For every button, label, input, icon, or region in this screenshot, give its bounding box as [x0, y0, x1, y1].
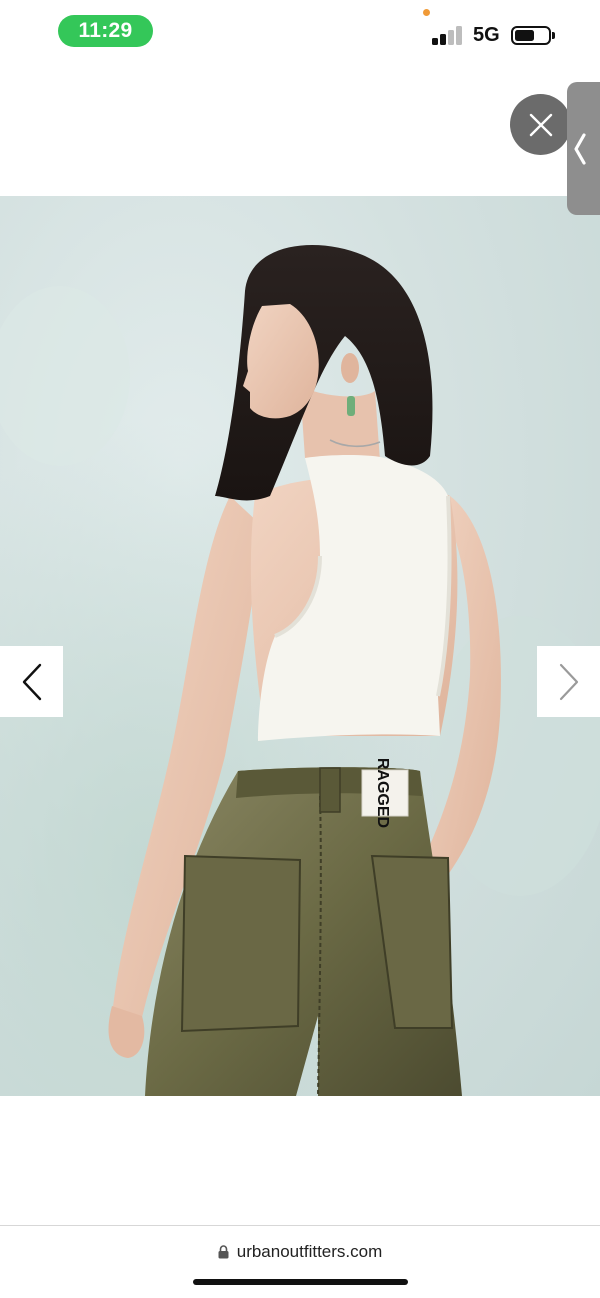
- url-bar-divider: [0, 1225, 600, 1226]
- status-bar: 11:29 5G: [0, 0, 600, 62]
- side-panel-handle[interactable]: [567, 82, 600, 215]
- battery-tip: [552, 32, 555, 39]
- close-icon: [529, 113, 552, 136]
- home-indicator[interactable]: [193, 1279, 408, 1285]
- status-time: 11:29: [58, 15, 153, 47]
- url-text: urbanoutfitters.com: [236, 1242, 383, 1261]
- lock-icon: [218, 1245, 229, 1259]
- chevron-left-icon: [22, 663, 41, 700]
- signal-strength-icon: [432, 25, 464, 45]
- battery-icon: [511, 26, 551, 45]
- privacy-indicator-dot: [423, 9, 430, 16]
- address-bar[interactable]: urbanoutfitters.com: [0, 1237, 600, 1267]
- previous-image-button[interactable]: [0, 646, 63, 717]
- chevron-right-icon: [559, 663, 578, 700]
- waistband-label-text: RAGGED: [374, 758, 391, 828]
- next-image-button[interactable]: [537, 646, 600, 717]
- chevron-left-icon: [574, 132, 586, 165]
- close-button[interactable]: [510, 94, 571, 155]
- product-image: RAGGED: [0, 196, 600, 1096]
- network-type: 5G: [473, 24, 500, 46]
